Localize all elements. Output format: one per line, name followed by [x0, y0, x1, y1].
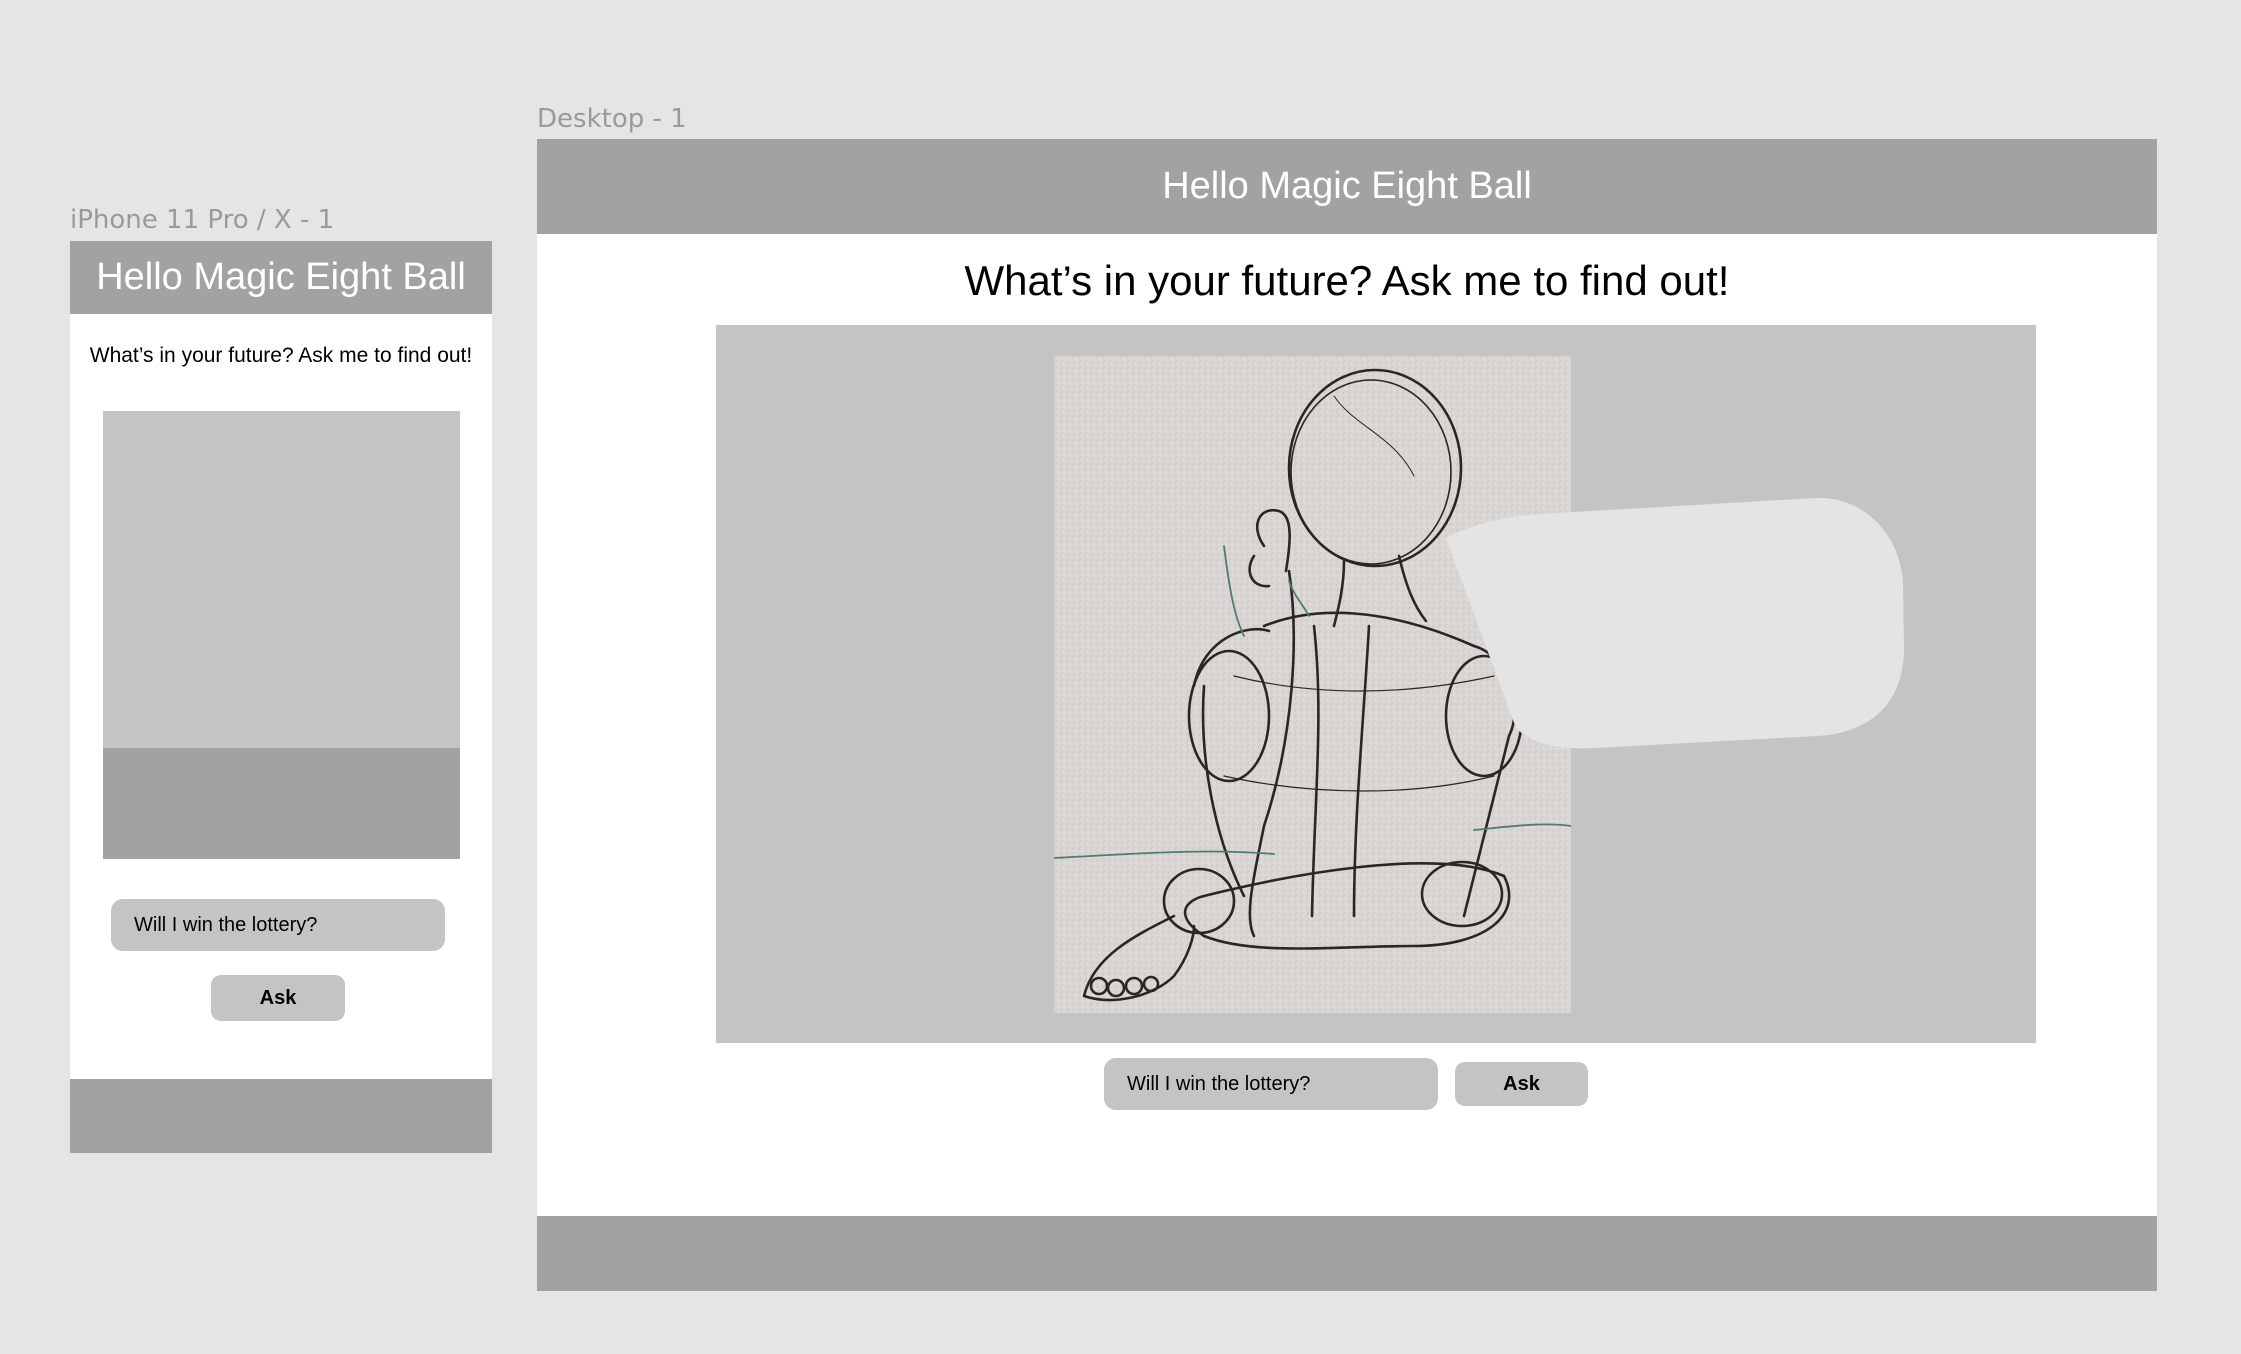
desktop-image-stage [716, 325, 2036, 1043]
desktop-header: Hello Magic Eight Ball [537, 139, 2157, 234]
desktop-question-input[interactable]: Will I win the lottery? [1104, 1058, 1438, 1110]
desktop-header-title: Hello Magic Eight Ball [1162, 165, 1532, 207]
phone-question-input[interactable]: Will I win the lottery? [111, 899, 445, 951]
phone-ask-button[interactable]: Ask [211, 975, 345, 1021]
desktop-frame-label: Desktop - 1 [537, 104, 687, 134]
phone-frame: Hello Magic Eight Ball What’s in your fu… [70, 241, 492, 1153]
desktop-question-value: Will I win the lottery? [1127, 1072, 1311, 1095]
speech-bubble-shape [1446, 498, 1904, 749]
phone-tagline: What’s in your future? Ask me to find ou… [89, 344, 473, 367]
phone-image-caption-bar [103, 748, 460, 859]
desktop-ask-button[interactable]: Ask [1455, 1062, 1588, 1106]
phone-frame-label: iPhone 11 Pro / X - 1 [70, 205, 335, 235]
phone-header-title: Hello Magic Eight Ball [96, 256, 466, 298]
phone-footer [70, 1079, 492, 1153]
desktop-ask-label: Ask [1503, 1072, 1540, 1095]
desktop-tagline: What’s in your future? Ask me to find ou… [964, 257, 1730, 304]
phone-question-value: Will I win the lottery? [134, 913, 318, 936]
phone-header: Hello Magic Eight Ball [70, 241, 492, 314]
desktop-frame: Hello Magic Eight Ball What’s in your fu… [537, 139, 2157, 1291]
phone-ask-label: Ask [259, 986, 297, 1009]
phone-image-placeholder [103, 411, 460, 748]
desktop-footer [537, 1216, 2157, 1291]
